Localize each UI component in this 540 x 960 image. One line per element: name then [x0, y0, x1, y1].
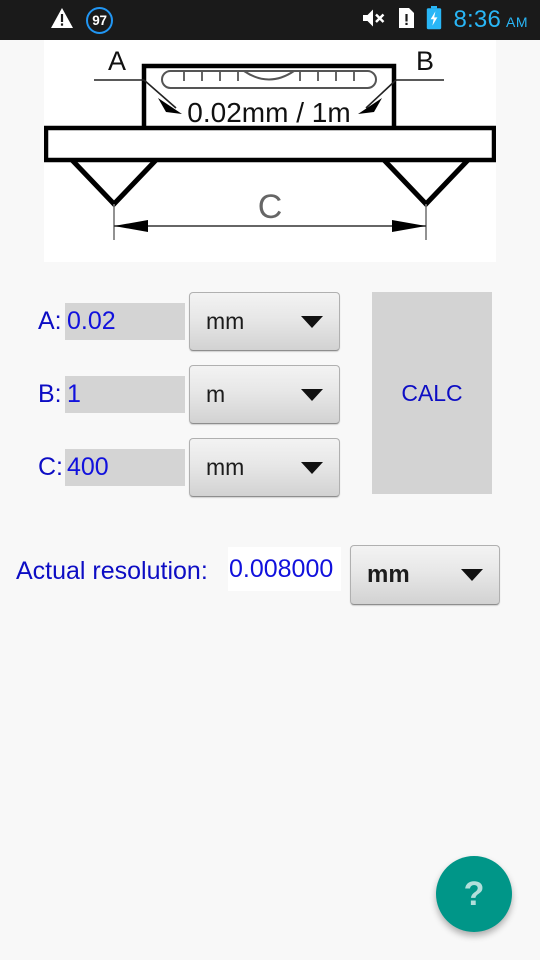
unit-spinner-c-value: mm [206, 454, 245, 480]
label-c: C: [38, 453, 63, 481]
result-unit-spinner-value: mm [367, 561, 410, 588]
svg-text:0.02mm / 1m: 0.02mm / 1m [187, 97, 350, 128]
result-label: Actual resolution: [16, 557, 208, 585]
notification-count-badge: 97 [86, 6, 113, 34]
document-alert-icon [398, 7, 415, 34]
svg-text:B: B [416, 46, 434, 76]
clock-ampm: AM [506, 14, 528, 30]
calc-button[interactable]: CALC [372, 292, 492, 494]
unit-spinner-b-value: m [206, 381, 226, 407]
result-unit-spinner[interactable]: mm [350, 545, 500, 605]
warning-triangle-icon [50, 7, 74, 34]
spirit-level-diagram: A B 0.02mm / 1m C [44, 40, 496, 262]
chevron-down-icon [301, 388, 323, 401]
unit-spinner-b[interactable]: m [189, 365, 340, 424]
status-bar-clock: 8:36 AM [453, 6, 528, 34]
input-b[interactable] [65, 376, 185, 413]
clock-time: 8:36 [453, 6, 501, 33]
chevron-down-icon [301, 315, 323, 328]
status-bar-right: 8:36 AM [361, 5, 528, 35]
result-row: Actual resolution: 0.008000 mm [0, 545, 540, 607]
battery-charging-icon [426, 5, 442, 35]
unit-spinner-c[interactable]: mm [189, 438, 340, 497]
chevron-down-icon [461, 569, 483, 581]
status-bar-left: 97 [50, 6, 113, 34]
svg-text:C: C [258, 188, 283, 226]
input-c[interactable] [65, 449, 185, 486]
unit-spinner-a-value: mm [206, 308, 245, 334]
volume-mute-icon [361, 7, 387, 34]
help-fab-button[interactable]: ? [436, 856, 512, 932]
unit-spinner-a[interactable]: mm [189, 292, 340, 351]
chevron-down-icon [301, 461, 323, 474]
label-a: A: [38, 307, 62, 335]
svg-text:A: A [108, 46, 126, 76]
result-value: 0.008000 [228, 547, 341, 591]
label-b: B: [38, 380, 62, 408]
status-bar: 97 8:36 AM [0, 0, 540, 40]
input-a[interactable] [65, 303, 185, 340]
